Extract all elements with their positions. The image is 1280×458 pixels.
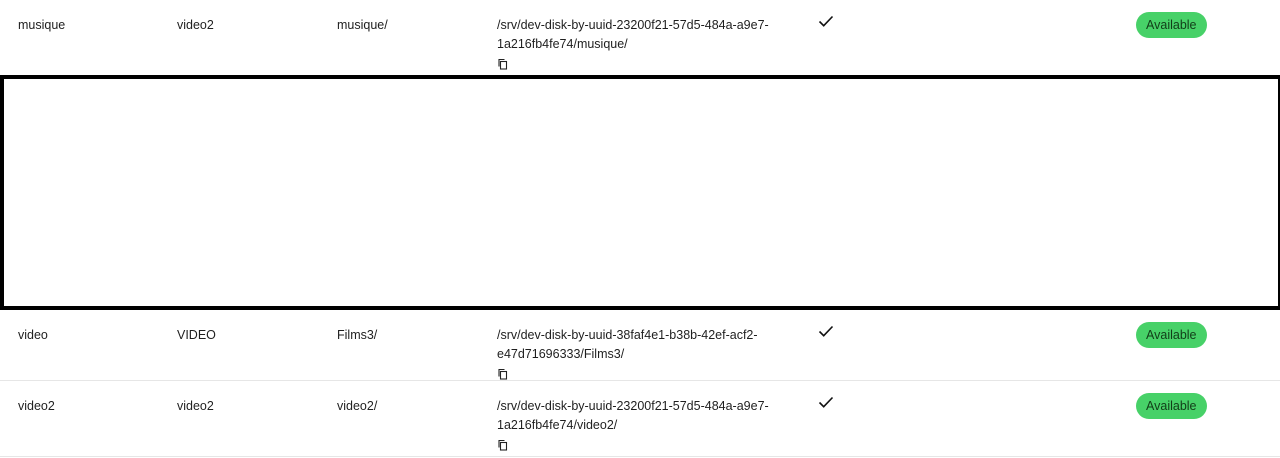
row-absolute-path-cell: /srv/dev-disk-by-uuid-23200f21-57d5-484a…: [497, 397, 787, 457]
status-badge-cell: Available: [1136, 393, 1207, 419]
status-badge-cell: Available: [1136, 12, 1207, 38]
table-row[interactable]: musique video2 musique/ /srv/dev-disk-by…: [0, 0, 1280, 76]
row-relative-path: video2/: [337, 399, 378, 413]
shared-folders-table: musique video2 musique/ /srv/dev-disk-by…: [0, 0, 1280, 458]
check-icon: [817, 323, 835, 339]
row-device: video2: [177, 399, 214, 413]
table-row[interactable]: video2 video2 video2/ /srv/dev-disk-by-u…: [0, 381, 1280, 457]
copy-icon[interactable]: [497, 57, 509, 70]
blank-frame: [0, 75, 1280, 310]
row-absolute-path: /srv/dev-disk-by-uuid-23200f21-57d5-484a…: [497, 399, 769, 432]
status-badge: Available: [1136, 393, 1207, 419]
row-absolute-path-cell: /srv/dev-disk-by-uuid-23200f21-57d5-484a…: [497, 16, 787, 76]
row-relative-path: musique/: [337, 18, 388, 32]
row-relative-path: Films3/: [337, 328, 378, 342]
status-badge: Available: [1136, 12, 1207, 38]
row-absolute-path-cell: /srv/dev-disk-by-uuid-38faf4e1-b38b-42ef…: [497, 326, 787, 386]
copy-icon[interactable]: [497, 367, 509, 380]
status-badge-cell: Available: [1136, 322, 1207, 348]
row-name: video2: [18, 399, 55, 413]
row-name: video: [18, 328, 48, 342]
row-device: VIDEO: [177, 328, 216, 342]
row-device: video2: [177, 18, 214, 32]
copy-icon[interactable]: [497, 438, 509, 451]
row-absolute-path: /srv/dev-disk-by-uuid-38faf4e1-b38b-42ef…: [497, 328, 758, 361]
table-row[interactable]: video VIDEO Films3/ /srv/dev-disk-by-uui…: [0, 310, 1280, 381]
check-icon: [817, 13, 835, 29]
status-badge: Available: [1136, 322, 1207, 348]
check-icon: [817, 394, 835, 410]
row-name: musique: [18, 18, 66, 32]
row-absolute-path: /srv/dev-disk-by-uuid-23200f21-57d5-484a…: [497, 18, 769, 51]
